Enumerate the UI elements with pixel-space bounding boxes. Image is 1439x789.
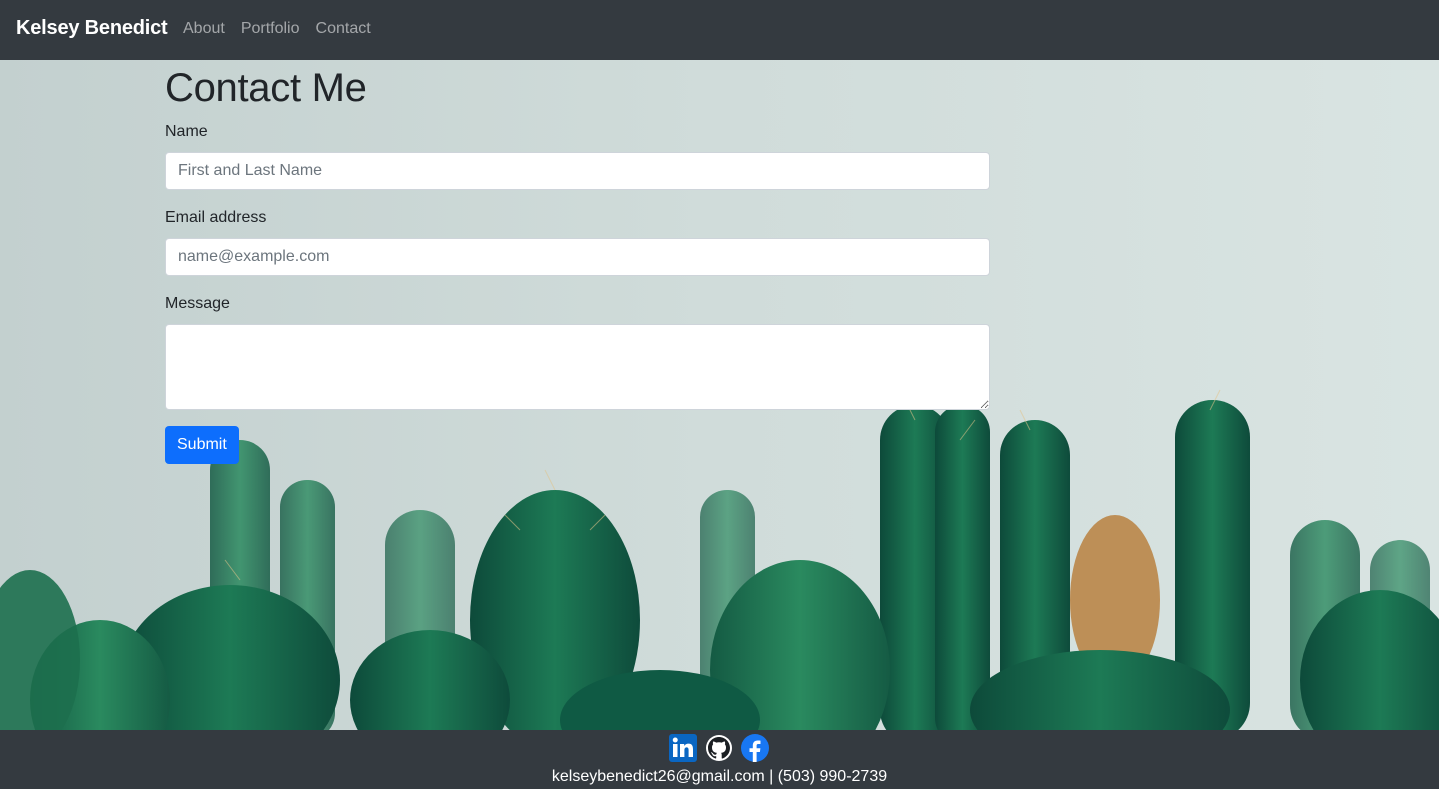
contact-section: Contact Me Name Email address Message Su… [165, 60, 990, 464]
nav-links: About Portfolio Contact [183, 20, 387, 38]
linkedin-link[interactable] [668, 733, 698, 763]
submit-button[interactable]: Submit [165, 426, 239, 464]
contact-form: Name Email address Message Submit [165, 122, 990, 464]
name-input[interactable] [165, 152, 990, 190]
github-link[interactable] [704, 733, 734, 763]
facebook-icon [741, 734, 769, 762]
nav-link-portfolio[interactable]: Portfolio [241, 20, 300, 38]
email-label: Email address [165, 209, 267, 226]
name-label: Name [165, 123, 208, 140]
linkedin-icon [669, 734, 697, 762]
nav-link-about[interactable]: About [183, 20, 225, 38]
social-icons [668, 733, 770, 763]
github-icon [706, 735, 732, 761]
facebook-link[interactable] [740, 733, 770, 763]
page-title: Contact Me [165, 66, 367, 110]
contact-info: kelseybenedict26@gmail.com | (503) 990-2… [551, 768, 888, 785]
email-input[interactable] [165, 238, 990, 276]
message-label: Message [165, 295, 230, 312]
brand-link[interactable]: Kelsey Benedict [16, 17, 168, 40]
nav-link-contact[interactable]: Contact [316, 20, 371, 38]
footer: kelseybenedict26@gmail.com | (503) 990-2… [0, 730, 1439, 789]
message-textarea[interactable] [165, 324, 990, 410]
navbar: Kelsey Benedict About Portfolio Contact [0, 0, 1439, 60]
